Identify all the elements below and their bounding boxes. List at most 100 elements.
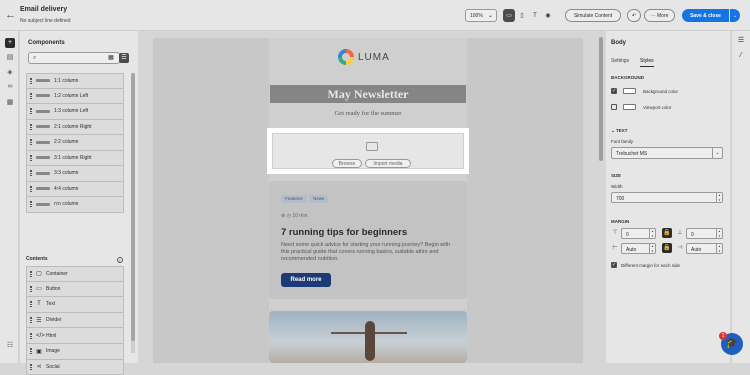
layout-thumbnail-icon	[36, 94, 50, 98]
magic-wand-icon[interactable]: ⁄	[736, 51, 746, 61]
save-options-chevron-icon[interactable]: ⌄	[730, 9, 740, 22]
lock-icon-2[interactable]: 🔒	[662, 243, 672, 253]
desktop-view-icon[interactable]: ▭	[503, 9, 515, 22]
content-item[interactable]: T Text	[26, 297, 124, 313]
content-item[interactable]: </> Html	[26, 328, 124, 344]
save-close-button[interactable]: Save & close	[682, 9, 729, 22]
chevron-down-icon: ⌄	[712, 148, 722, 158]
component-item[interactable]: 3:1 column Right	[26, 150, 124, 166]
content-item[interactable]: ▢ Container	[26, 266, 124, 282]
text-view-icon[interactable]: T	[529, 9, 541, 22]
margin-right-input[interactable]: Auto ▴ ▾	[686, 243, 723, 254]
simulate-content-button[interactable]: Simulate Content	[565, 9, 621, 22]
contents-heading: Contents	[26, 256, 48, 262]
viewport-color-swatch[interactable]	[623, 104, 636, 110]
margin-top-input[interactable]: 0 ▴ ▾	[621, 228, 656, 239]
top-bar: ← Email delivery No subject line defined…	[0, 0, 750, 31]
component-item[interactable]: 2:1 column Right	[26, 119, 124, 135]
read-more-button[interactable]: Read more	[281, 273, 331, 287]
page-title: Email delivery	[20, 6, 68, 13]
chevron-down-icon: ⌄	[487, 13, 493, 19]
stepper-icon[interactable]: ▴ ▾	[716, 244, 722, 253]
content-item[interactable]: ▣ Image	[26, 343, 124, 360]
properties-panel-icon[interactable]: ☰	[736, 36, 746, 46]
newsletter-banner[interactable]: May Newsletter	[270, 85, 466, 103]
image-block-selected[interactable]: Browse Import media	[267, 128, 469, 174]
content-item[interactable]: ☰ Divider	[26, 312, 124, 329]
lock-icon[interactable]: 🔒	[662, 228, 672, 238]
tab-styles[interactable]: Styles	[640, 58, 654, 67]
component-item[interactable]: 1:3 column Left	[26, 104, 124, 120]
settings-icon[interactable]: ☷	[5, 341, 15, 351]
margin-left-input[interactable]: Auto ▴ ▾	[621, 243, 656, 254]
drag-handle-icon[interactable]	[30, 139, 32, 146]
list-view-icon[interactable]: ☰	[119, 53, 129, 63]
layers-icon[interactable]: ◈	[5, 68, 15, 78]
chip-features: Features	[281, 195, 307, 203]
read-time: ⊕ ◷ 10 min	[281, 213, 308, 219]
zoom-select[interactable]: 100% ⌄	[465, 9, 497, 22]
info-icon[interactable]: i	[117, 257, 123, 263]
browse-button[interactable]: Browse	[332, 159, 362, 168]
undo-icon[interactable]: ↶	[627, 9, 641, 22]
width-input[interactable]: 700 ▴ ▾	[611, 192, 723, 203]
viewport-color-checkbox[interactable]	[611, 104, 617, 110]
drag-handle-icon[interactable]	[30, 185, 32, 192]
add-icon[interactable]: +	[5, 38, 15, 48]
component-item[interactable]: n:n column	[26, 197, 124, 213]
drag-handle-icon[interactable]	[30, 108, 32, 115]
font-family-select[interactable]: Trebuchet MS ⌄	[611, 147, 723, 159]
content-item[interactable]: ⋖ Social	[26, 359, 124, 375]
stepper-icon[interactable]: ▴ ▾	[649, 244, 655, 253]
drag-handle-icon[interactable]	[30, 201, 32, 208]
fragments-icon[interactable]: ▦	[5, 98, 15, 108]
drag-handle-icon[interactable]	[30, 270, 32, 277]
bg-color-swatch[interactable]	[623, 88, 636, 94]
article-headline[interactable]: 7 running tips for beginners	[281, 227, 407, 238]
stepper-icon[interactable]: ▴ ▾	[716, 193, 722, 202]
drag-handle-icon[interactable]	[30, 92, 32, 99]
drag-handle-icon[interactable]	[30, 317, 32, 324]
layout-thumbnail-icon	[36, 125, 50, 129]
drag-handle-icon[interactable]	[30, 363, 32, 370]
stepper-icon[interactable]: ▴ ▾	[716, 229, 722, 238]
bg-color-checkbox[interactable]: ✓	[611, 88, 617, 94]
component-item[interactable]: 3:3 column	[26, 166, 124, 182]
margin-bottom-input[interactable]: 0 ▴ ▾	[686, 228, 723, 239]
assets-icon[interactable]: ▤	[5, 53, 15, 63]
tagline[interactable]: Get ready for the summer	[269, 110, 467, 117]
drag-handle-icon[interactable]	[30, 123, 32, 130]
grid-view-icon[interactable]: ▦	[106, 53, 116, 63]
import-media-button[interactable]: Import media	[365, 159, 411, 168]
email-body[interactable]: LUMA May Newsletter Get ready for the su…	[267, 38, 469, 363]
tab-settings[interactable]: Settings	[611, 58, 629, 64]
panel-scrollbar[interactable]	[131, 73, 135, 353]
canvas-scrollbar[interactable]	[599, 35, 603, 353]
width-label: Width	[611, 184, 623, 189]
mobile-view-icon[interactable]: ▯	[516, 9, 528, 22]
runner-photo[interactable]	[269, 311, 467, 363]
component-item[interactable]: 1:1 column	[26, 73, 124, 89]
drag-handle-icon[interactable]	[30, 285, 32, 292]
article-card[interactable]: Features News ⊕ ◷ 10 min 7 running tips …	[269, 181, 467, 299]
preview-eye-icon[interactable]: ◉	[542, 9, 554, 22]
component-item[interactable]: 1:2 column Left	[26, 88, 124, 104]
component-item[interactable]: 4:4 column	[26, 181, 124, 197]
left-rail: + ▤ ◈ ∞ ▦ ☷	[0, 31, 19, 363]
content-type-icon: ▭	[36, 286, 42, 293]
article-description[interactable]: Need some quick advice for starting your…	[281, 242, 455, 263]
diff-margin-checkbox[interactable]: ✓	[611, 262, 617, 268]
drag-handle-icon[interactable]	[30, 348, 32, 355]
drag-handle-icon[interactable]	[30, 332, 32, 339]
drag-handle-icon[interactable]	[30, 77, 32, 84]
content-item[interactable]: ▭ Button	[26, 281, 124, 298]
drag-handle-icon[interactable]	[30, 154, 32, 161]
logo-ring-icon	[338, 49, 354, 65]
drag-handle-icon[interactable]	[30, 301, 32, 308]
component-item[interactable]: 2:2 column	[26, 135, 124, 151]
back-arrow-icon[interactable]: ←	[5, 9, 16, 21]
stepper-icon[interactable]: ▴ ▾	[649, 229, 655, 238]
link-icon[interactable]: ∞	[5, 83, 15, 93]
drag-handle-icon[interactable]	[30, 170, 32, 177]
more-button[interactable]: ··· More	[644, 9, 675, 22]
